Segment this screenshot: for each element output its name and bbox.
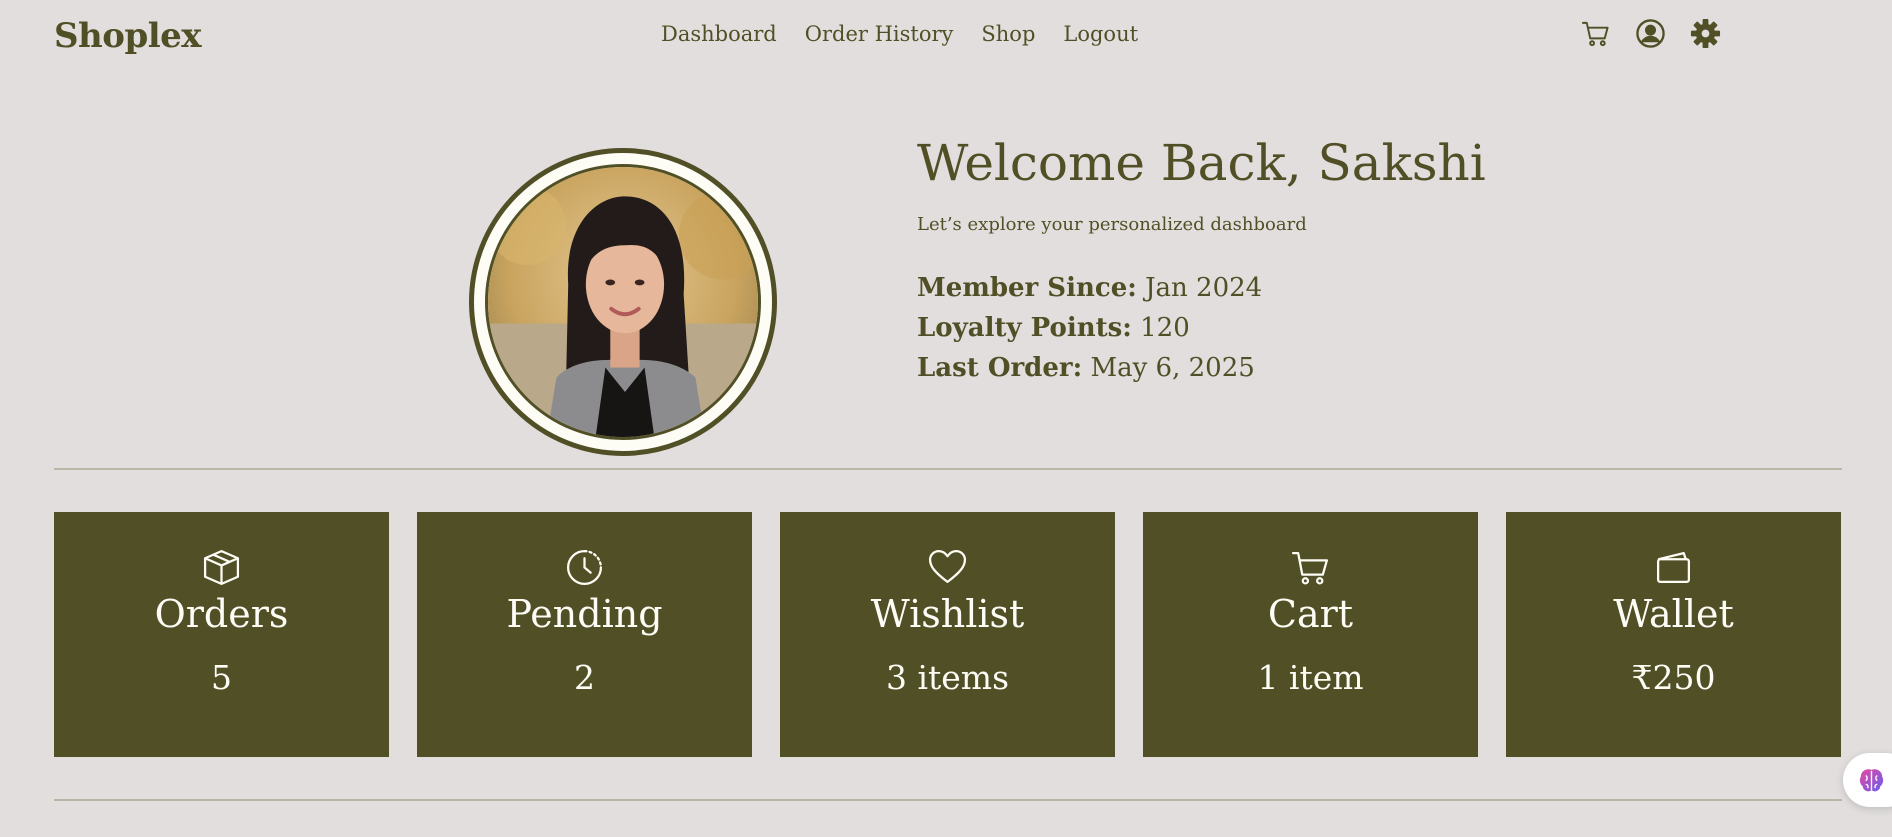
card-title: Wishlist	[870, 592, 1025, 636]
last-order-value: May 6, 2025	[1090, 353, 1255, 383]
stat-cards: Orders 5 Pending 2 Wishlist 3 items Cart…	[54, 512, 1841, 757]
section-divider-bottom	[54, 799, 1842, 801]
card-wallet[interactable]: Wallet ₹250	[1506, 512, 1841, 757]
cart-icon[interactable]	[1580, 18, 1611, 49]
card-value: 5	[211, 658, 232, 697]
card-orders[interactable]: Orders 5	[54, 512, 389, 757]
card-value: ₹250	[1631, 658, 1716, 697]
nav-dashboard[interactable]: Dashboard	[661, 22, 777, 46]
assistant-button[interactable]	[1843, 753, 1892, 807]
welcome-heading: Welcome Back, Sakshi	[917, 134, 1486, 192]
card-title: Orders	[154, 592, 289, 636]
card-title: Cart	[1267, 592, 1354, 636]
gear-icon[interactable]	[1690, 18, 1721, 49]
clock-icon	[564, 547, 605, 588]
cart-icon	[1290, 547, 1331, 588]
main-nav: Dashboard Order History Shop Logout	[661, 22, 1138, 46]
card-pending[interactable]: Pending 2	[417, 512, 752, 757]
last-order-label: Last Order:	[917, 353, 1083, 383]
card-value: 1 item	[1257, 658, 1364, 697]
member-since-row: Member Since: Jan 2024	[917, 268, 1262, 308]
nav-order-history[interactable]: Order History	[805, 22, 954, 46]
heart-icon	[927, 547, 968, 588]
card-title: Pending	[506, 592, 663, 636]
section-divider-top	[54, 468, 1842, 470]
nav-logout[interactable]: Logout	[1063, 22, 1138, 46]
avatar	[485, 164, 761, 440]
wallet-icon	[1653, 547, 1694, 588]
card-wishlist[interactable]: Wishlist 3 items	[780, 512, 1115, 757]
user-icon[interactable]	[1635, 18, 1666, 49]
loyalty-points-value: 120	[1140, 313, 1190, 343]
card-cart[interactable]: Cart 1 item	[1143, 512, 1478, 757]
profile-meta: Member Since: Jan 2024 Loyalty Points: 1…	[917, 268, 1262, 388]
brand-logo[interactable]: Shoplex	[54, 16, 202, 56]
avatar-frame	[469, 148, 777, 456]
brain-icon	[1857, 766, 1886, 795]
member-since-value: Jan 2024	[1145, 273, 1263, 303]
card-value: 2	[574, 658, 595, 697]
loyalty-points-label: Loyalty Points:	[917, 313, 1132, 343]
card-value: 3 items	[885, 658, 1010, 697]
card-title: Wallet	[1613, 592, 1734, 636]
top-header: Shoplex Dashboard Order History Shop Log…	[0, 0, 1892, 76]
profile-hero: Welcome Back, Sakshi Let’s explore your …	[0, 76, 1892, 468]
member-since-label: Member Since:	[917, 273, 1137, 303]
header-icons	[1580, 18, 1721, 49]
box-icon	[201, 547, 242, 588]
loyalty-points-row: Loyalty Points: 120	[917, 308, 1262, 348]
last-order-row: Last Order: May 6, 2025	[917, 348, 1262, 388]
welcome-subtitle: Let’s explore your personalized dashboar…	[917, 214, 1307, 235]
nav-shop[interactable]: Shop	[981, 22, 1035, 46]
